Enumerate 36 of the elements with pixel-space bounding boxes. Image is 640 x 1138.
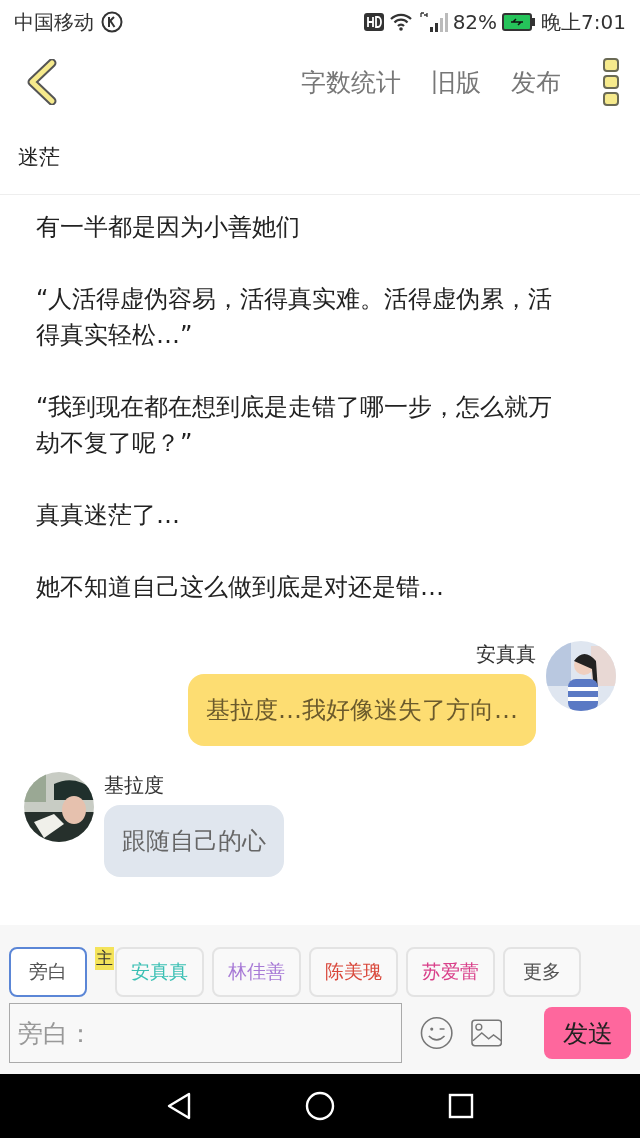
send-button[interactable]: 发送 [544, 1007, 631, 1059]
chat-bubble: 跟随自己的心 [104, 805, 284, 877]
speaker-name: 安真真 [476, 641, 536, 668]
recents-nav-icon[interactable] [447, 1093, 474, 1119]
story-paragraph: “我到现在都在想到底是走错了哪一步，怎么就万劫不复了呢？” [36, 392, 554, 459]
carrier-name: 中国移动 [14, 8, 94, 36]
story-paragraph: 有一半都是因为小善她们 [36, 212, 301, 243]
chat-bubble: 基拉度…我好像迷失了方向… [188, 674, 536, 746]
clock-time: 晚上7:01 [541, 8, 626, 36]
role-tab[interactable]: 更多 [503, 947, 581, 997]
story-paragraph: 真真迷茫了… [36, 500, 181, 531]
back-icon[interactable] [26, 59, 58, 105]
toolbar-action[interactable]: 旧版 [416, 65, 496, 99]
role-tab[interactable]: 陈美瑰 [309, 947, 398, 997]
k-badge-icon [101, 11, 123, 33]
input-field[interactable]: 旁白： [9, 1003, 402, 1063]
hd-icon [363, 13, 384, 31]
battery-icon [502, 13, 537, 31]
home-nav-icon[interactable] [305, 1091, 335, 1121]
lead-badge: 主 [95, 947, 114, 970]
back-nav-icon[interactable] [166, 1092, 193, 1120]
image-icon[interactable] [471, 1019, 503, 1047]
battery-percent: 82% [452, 10, 498, 34]
role-tab[interactable]: 旁白 [9, 947, 87, 997]
chapter-title: 迷茫 [18, 144, 60, 171]
toolbar-action[interactable]: 发布 [496, 65, 576, 99]
role-tab[interactable]: 苏爱蕾 [406, 947, 495, 997]
toolbar-action[interactable]: 字数统计 [286, 65, 416, 99]
role-tab[interactable]: 林佳善 [212, 947, 301, 997]
story-paragraph: “人活得虚伪容易，活得真实难。活得虚伪累，活得真实轻松…” [36, 284, 554, 351]
signal-icon [417, 11, 448, 33]
more-menu-icon[interactable] [602, 57, 620, 107]
emoji-icon[interactable] [419, 1016, 454, 1050]
story-paragraph: 她不知道自己这么做到底是对还是错… [36, 572, 445, 603]
wifi-icon [388, 13, 413, 31]
speaker-name: 基拉度 [104, 772, 164, 799]
